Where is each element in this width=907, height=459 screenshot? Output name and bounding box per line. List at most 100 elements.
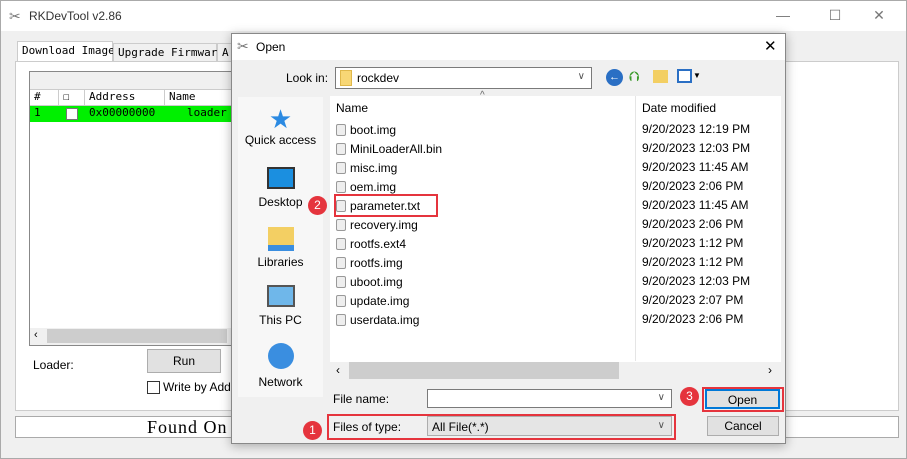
column-header-check[interactable]: ☐ [59, 90, 85, 106]
file-name: oem.img [350, 179, 397, 194]
row-cell-check [59, 106, 85, 122]
file-name-input[interactable]: ∨ [427, 389, 672, 408]
file-icon [336, 123, 346, 136]
file-icon [336, 256, 346, 269]
chevron-down-icon[interactable]: ∨ [658, 392, 665, 403]
file-date: 9/20/2023 11:45 AM [642, 160, 749, 174]
place-network[interactable]: Network [238, 343, 323, 389]
write-by-addr-checkbox[interactable] [147, 381, 160, 394]
look-in-value: rockdev [357, 71, 400, 85]
maximize-button[interactable]: ☐ [825, 7, 845, 25]
window-title: RKDevTool v2.86 [29, 9, 122, 23]
minimize-button[interactable]: — [773, 7, 793, 25]
file-date: 9/20/2023 12:19 PM [642, 122, 751, 136]
open-file-dialog: ✂ Open ✕ Look in: rockdev ∨ ← ⮉ ▼ ★ Quic… [231, 33, 786, 444]
back-icon[interactable]: ← [606, 69, 623, 86]
view-menu-icon[interactable] [677, 69, 692, 83]
file-name: userdata.img [350, 312, 420, 327]
tab-upgrade-firmware[interactable]: Upgrade Firmware [113, 43, 224, 62]
network-icon [267, 343, 294, 369]
folder-icon [340, 70, 352, 86]
file-list-horizontal-scrollbar[interactable]: ‹ › [330, 362, 781, 379]
file-icon [336, 142, 346, 155]
list-horizontal-scrollbar[interactable]: ‹ [30, 328, 232, 345]
file-icon [336, 180, 346, 193]
step-2-badge: 2 [308, 196, 327, 215]
column-date-modified[interactable]: Date modified [642, 101, 716, 115]
status-text: Found On [147, 417, 228, 437]
place-label: Network [258, 375, 303, 389]
up-folder-icon[interactable]: ⮉ [629, 68, 640, 85]
place-this-pc[interactable]: This PC [238, 285, 323, 327]
file-name: rootfs.ext4 [350, 236, 407, 251]
file-row[interactable]: userdata.img [336, 310, 419, 329]
file-date: 9/20/2023 2:06 PM [642, 217, 744, 231]
desktop-icon [266, 167, 295, 189]
file-row[interactable]: update.img [336, 291, 409, 310]
loader-label: Loader: [33, 358, 74, 372]
file-date: 9/20/2023 2:07 PM [642, 293, 744, 307]
scroll-right-icon[interactable]: › [768, 363, 772, 377]
file-date: 9/20/2023 2:06 PM [642, 312, 744, 326]
file-icon [336, 218, 346, 231]
dialog-close-button[interactable]: ✕ [764, 37, 777, 55]
file-name: misc.img [350, 160, 398, 175]
view-dropdown-icon[interactable]: ▼ [693, 71, 701, 80]
file-row[interactable]: boot.img [336, 120, 396, 139]
file-row[interactable]: rootfs.ext4 [336, 234, 406, 253]
close-button[interactable]: ✕ [869, 7, 889, 25]
file-list: ^ Name Date modified boot.img 9/20/2023 1… [330, 90, 781, 379]
look-in-label: Look in: [286, 71, 329, 85]
file-row[interactable]: rootfs.img [336, 253, 403, 272]
file-icon [336, 313, 346, 326]
dialog-title: Open [256, 40, 286, 54]
step-1-badge: 1 [303, 421, 322, 440]
file-icon [336, 275, 346, 288]
file-row[interactable]: misc.img [336, 158, 397, 177]
run-button[interactable]: Run [147, 349, 221, 373]
sort-ascending-icon: ^ [480, 90, 485, 101]
star-icon: ★ [268, 104, 293, 134]
place-label: Quick access [244, 133, 317, 147]
computer-icon [266, 285, 295, 307]
file-date: 9/20/2023 11:45 AM [642, 198, 749, 212]
scroll-thumb[interactable] [47, 329, 227, 343]
chevron-down-icon: ∨ [577, 71, 585, 82]
tab-download-image[interactable]: Download Image [17, 41, 115, 62]
row-checkbox[interactable] [66, 108, 78, 120]
place-quick-access[interactable]: ★ Quick access [238, 105, 323, 147]
file-name: rootfs.img [350, 255, 403, 270]
dialog-title-bar: ✂ Open ✕ [232, 34, 785, 60]
file-name: MiniLoaderAll.bin [350, 141, 443, 156]
cancel-button[interactable]: Cancel [707, 416, 779, 436]
row-name: loader [165, 106, 235, 122]
file-date: 9/20/2023 12:03 PM [642, 141, 751, 155]
file-date: 9/20/2023 12:03 PM [642, 274, 751, 288]
file-name-label: File name: [333, 392, 390, 406]
scroll-left-icon[interactable]: ‹ [34, 329, 38, 341]
dialog-tools-icon: ✂ [237, 38, 249, 54]
scroll-left-icon[interactable]: ‹ [336, 363, 340, 377]
libraries-icon [267, 227, 294, 251]
column-divider [635, 96, 636, 361]
file-row[interactable]: uboot.img [336, 272, 403, 291]
look-in-dropdown[interactable]: rockdev ∨ [335, 67, 592, 89]
places-bar: ★ Quick access Desktop Libraries This PC… [238, 97, 323, 397]
write-by-addr-label: Write by Addr [163, 380, 235, 394]
column-header-address: Address [85, 90, 165, 106]
file-row[interactable]: recovery.img [336, 215, 418, 234]
app-tools-icon: ✂ [9, 8, 21, 24]
column-header-number: # [30, 90, 59, 106]
file-icon [336, 237, 346, 250]
place-libraries[interactable]: Libraries [238, 227, 323, 269]
file-name: update.img [350, 293, 410, 308]
scroll-thumb[interactable] [349, 362, 619, 379]
step-3-badge: 3 [680, 387, 699, 406]
file-name: boot.img [350, 122, 397, 137]
column-header-name: Name [165, 90, 235, 106]
file-row[interactable]: MiniLoaderAll.bin [336, 139, 442, 158]
column-name[interactable]: Name [336, 101, 368, 115]
highlight-files-of-type [327, 414, 676, 440]
row-number: 1 [30, 106, 59, 122]
new-folder-icon[interactable] [653, 70, 668, 83]
